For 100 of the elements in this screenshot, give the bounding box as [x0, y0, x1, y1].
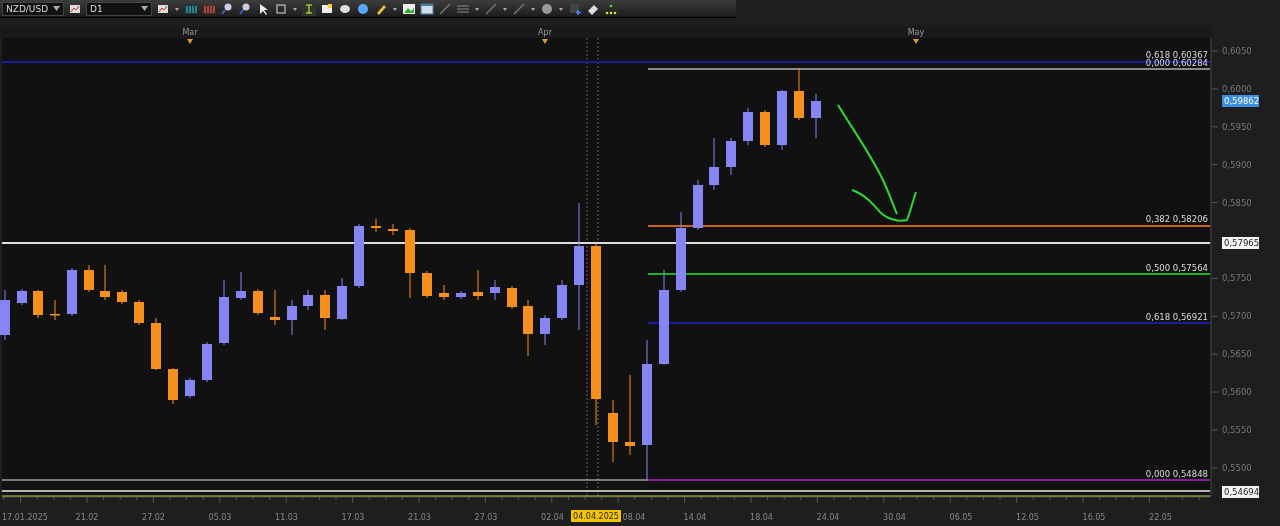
candlestick — [287, 299, 297, 336]
line-tool-icon[interactable] — [438, 1, 452, 16]
candlestick — [794, 67, 804, 121]
price-axis-label: 0,5600 — [1222, 387, 1252, 398]
fibonacci-level-label: 0,500 0,57564 — [1145, 263, 1208, 273]
candlestick — [507, 285, 517, 310]
candlestick — [253, 288, 263, 316]
month-marker-icon — [542, 39, 548, 44]
note-icon[interactable] — [320, 1, 334, 16]
candlestick — [151, 317, 161, 371]
candlestick — [709, 137, 719, 191]
candlestick — [33, 289, 43, 319]
zoom-in-icon[interactable] — [220, 1, 234, 16]
date-axis-label: 18.04 — [750, 513, 773, 522]
candlestick — [17, 288, 27, 306]
date-axis-label: 14.04 — [683, 513, 707, 522]
price-axis-label: 0,5950 — [1222, 121, 1252, 132]
candlestick — [540, 314, 550, 346]
price-axis-label: 0,5700 — [1222, 311, 1252, 322]
candlestick — [760, 109, 770, 148]
fibonacci-level-label: 0,000 0,54848 — [1145, 469, 1208, 479]
image-icon[interactable] — [402, 1, 416, 16]
candlestick — [202, 341, 212, 383]
date-axis-label: 27.03 — [474, 513, 498, 522]
date-axis-label: 16.05 — [1082, 513, 1106, 522]
price-axis-label: 0,5500 — [1222, 462, 1252, 473]
candlestick — [67, 267, 77, 317]
date-axis-label: 08.04 — [622, 513, 646, 522]
caret-icon[interactable] — [53, 6, 60, 11]
candlestick — [84, 264, 94, 293]
fibonacci-level-label: 0,618 0,56921 — [1145, 312, 1208, 322]
candlestick — [236, 271, 246, 301]
candlestick — [439, 284, 449, 301]
date-axis-label: 02.04 — [541, 513, 564, 522]
candlestick — [726, 137, 736, 176]
fibonacci-level-label: 0,618 0,60367 — [1145, 50, 1208, 60]
candlestick — [490, 279, 500, 301]
globe-icon[interactable] — [356, 1, 370, 16]
candlestick — [811, 93, 821, 139]
price-axis-label: 0,5750 — [1222, 273, 1252, 284]
price-tag: 0,54694 — [1222, 486, 1260, 498]
candlestick — [693, 179, 703, 231]
candlestick — [473, 269, 483, 301]
window-icon[interactable] — [420, 1, 434, 16]
add-icon[interactable] — [568, 1, 582, 16]
candlestick — [270, 289, 280, 326]
bar-chart-icon[interactable] — [184, 1, 198, 16]
timeframe-dropdown[interactable]: D1 — [86, 1, 152, 16]
text-cursor-icon[interactable] — [302, 1, 316, 16]
date-axis-label: 22.05 — [1149, 513, 1172, 522]
price-tag: 0,57965 — [1222, 237, 1260, 249]
candlestick — [523, 299, 533, 357]
candlestick — [303, 289, 313, 311]
date-axis-label: 27.02 — [142, 513, 165, 522]
month-marker-icon — [913, 39, 919, 44]
symbol-dropdown[interactable]: NZD/USD — [2, 1, 64, 16]
candlestick — [608, 399, 618, 463]
month-marker-icon — [187, 39, 193, 44]
candlestick — [219, 279, 229, 346]
date-axis-label: 11.03 — [275, 513, 298, 522]
candlestick — [0, 289, 10, 341]
price-tag: 0,59862 — [1222, 95, 1260, 107]
caret-icon[interactable] — [141, 6, 148, 11]
line-tool-icon[interactable] — [512, 1, 526, 16]
crosshair-date-label: 04.04.2025 — [571, 510, 621, 522]
candlestick — [185, 377, 195, 399]
candlestick — [405, 227, 415, 299]
price-axis-label: 0,5550 — [1222, 425, 1252, 435]
candlestick — [168, 367, 178, 405]
price-axis-label: 0,6000 — [1222, 83, 1252, 94]
date-axis-label: 17.03 — [341, 513, 365, 522]
candlestick — [337, 277, 347, 321]
date-axis-label: 30.04 — [883, 513, 906, 522]
fibonacci-level-label: 0,382 0,58206 — [1145, 214, 1208, 224]
date-axis-label: 12.05 — [1016, 513, 1039, 522]
zoom-out-icon[interactable] — [238, 1, 252, 16]
line-tool-icon[interactable] — [484, 1, 498, 16]
price-axis-label: 0,5850 — [1222, 197, 1252, 208]
candlestick — [422, 270, 432, 299]
date-axis-label: 17.01.2025 — [2, 513, 48, 522]
candlestick — [388, 223, 398, 236]
candlestick — [743, 107, 753, 146]
month-label: Mar — [182, 28, 198, 37]
candlestick — [557, 279, 567, 321]
candlestick — [117, 289, 127, 305]
price-axis-label: 0,5650 — [1222, 349, 1252, 360]
candlestick — [100, 264, 110, 301]
date-axis-label: 05.03 — [208, 513, 232, 522]
price-axis-label: 0,5900 — [1222, 159, 1252, 170]
date-axis-label: 21.03 — [408, 513, 431, 522]
candlestick — [456, 290, 466, 300]
candlestick — [371, 218, 381, 233]
candlestick — [777, 89, 787, 151]
candlestick — [354, 223, 364, 289]
square-icon[interactable] — [274, 1, 288, 16]
candlestick — [134, 299, 144, 326]
date-axis-label: 06.05 — [949, 513, 973, 522]
circle-icon[interactable] — [540, 1, 554, 16]
date-axis-label: 24.04 — [816, 513, 840, 522]
candlestick — [320, 289, 330, 331]
